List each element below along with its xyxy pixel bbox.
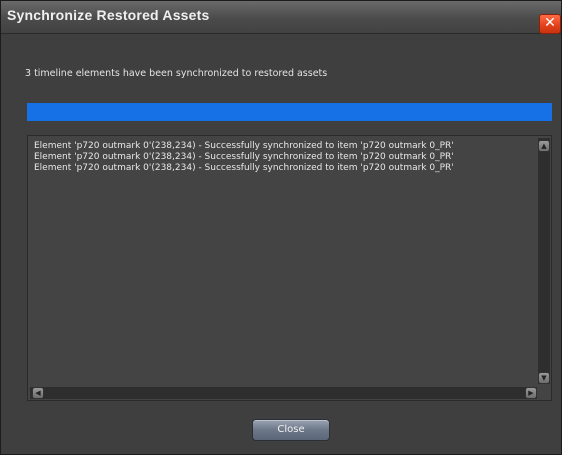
- log-line: Element 'p720 outmark 0'(238,234) - Succ…: [34, 152, 454, 162]
- status-message: 3 timeline elements have been synchroniz…: [25, 68, 328, 79]
- log-lines: Element 'p720 outmark 0'(238,234) - Succ…: [34, 141, 533, 174]
- log-list[interactable]: Element 'p720 outmark 0'(238,234) - Succ…: [27, 135, 552, 401]
- progress-bar: [27, 103, 552, 121]
- progress-bar-fill: [27, 103, 552, 121]
- close-icon[interactable]: ✕: [539, 14, 561, 34]
- close-button[interactable]: Close: [252, 419, 330, 441]
- scroll-left-arrow-icon[interactable]: ◀: [32, 387, 44, 399]
- vertical-scrollbar[interactable]: ▲ ▼: [538, 138, 550, 384]
- window-title: Synchronize Restored Assets: [7, 7, 210, 23]
- synchronize-dialog: Synchronize Restored Assets ✕ 3 timeline…: [0, 0, 562, 455]
- log-line: Element 'p720 outmark 0'(238,234) - Succ…: [34, 141, 454, 151]
- title-bar[interactable]: Synchronize Restored Assets ✕: [1, 1, 561, 34]
- scroll-up-arrow-icon[interactable]: ▲: [538, 140, 550, 152]
- log-line: Element 'p720 outmark 0'(238,234) - Succ…: [34, 163, 454, 173]
- horizontal-scrollbar[interactable]: ◀ ▶: [30, 387, 537, 399]
- scroll-right-arrow-icon[interactable]: ▶: [525, 387, 537, 399]
- scroll-down-arrow-icon[interactable]: ▼: [538, 372, 550, 384]
